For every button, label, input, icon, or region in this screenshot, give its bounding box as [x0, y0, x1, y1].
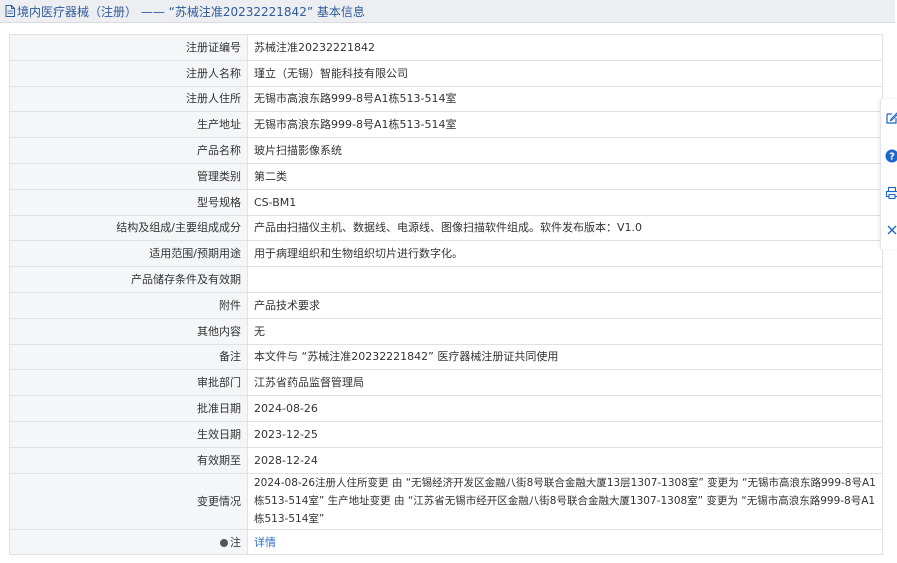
note-bullet-icon	[220, 538, 228, 547]
row-label: 结构及组成/主要组成成分	[9, 214, 248, 242]
details-link[interactable]: 详情	[254, 536, 276, 549]
row-label: 生效日期	[9, 420, 248, 448]
row-value: 第二类	[247, 162, 883, 190]
print-icon[interactable]	[885, 186, 897, 200]
table-row: 备注 本文件与 “苏械注准20232221842” 医疗器械注册证共同使用	[9, 343, 883, 371]
row-value: CS-BM1	[247, 188, 883, 216]
row-value: 玻片扫描影像系统	[247, 137, 883, 164]
row-value: 2023-12-25	[247, 420, 883, 448]
table-row: 管理类别 第二类	[9, 162, 883, 190]
row-label: 产品储存条件及有效期	[9, 266, 248, 293]
row-label: 生产地址	[9, 111, 248, 139]
table-row: 附件 产品技术要求	[9, 291, 883, 319]
help-icon[interactable]: ?	[885, 149, 897, 163]
table-row: 有效期至 2028-12-24	[9, 446, 883, 474]
row-value: 产品由扫描仪主机、数据线、电源线、图像扫描软件组成。软件发布版本：V1.0	[247, 214, 883, 242]
table-row: 注 详情	[9, 528, 883, 556]
row-label: 有效期至	[9, 446, 248, 474]
page-title: 境内医疗器械（注册） —— “苏械注准20232221842” 基本信息	[17, 4, 365, 19]
row-value: 2024-08-26	[247, 395, 883, 422]
title-bar: 境内医疗器械（注册） —— “苏械注准20232221842” 基本信息	[0, 0, 895, 23]
row-value: 本文件与 “苏械注准20232221842” 医疗器械注册证共同使用	[247, 343, 883, 371]
table-row: 变更情况 2024-08-26注册人住所变更 由 “无锡经济开发区金融八街8号联合…	[9, 472, 883, 530]
row-label: 型号规格	[9, 188, 248, 216]
table-row: 生效日期 2023-12-25	[9, 420, 883, 448]
table-row: 适用范围/预期用途 用于病理组织和生物组织切片进行数字化。	[9, 240, 883, 268]
info-table: 注册证编号 苏械注准20232221842 注册人名称 瑾立（无锡）智能科技有限公司…	[9, 34, 883, 556]
row-label: 注册人住所	[9, 85, 248, 113]
row-value: 瑾立（无锡）智能科技有限公司	[247, 59, 883, 87]
row-label: 产品名称	[9, 137, 248, 164]
row-value: 江苏省药品监督管理局	[247, 369, 883, 397]
table-row: 审批部门 江苏省药品监督管理局	[9, 369, 883, 397]
row-value: 产品技术要求	[247, 291, 883, 319]
table-row: 生产地址 无锡市高浪东路999-8号A1栋513-514室	[9, 111, 883, 139]
table-row: 注册证编号 苏械注准20232221842	[9, 34, 883, 61]
table-row: 其他内容无	[9, 317, 883, 345]
row-value: 无锡市高浪东路999-8号A1栋513-514室	[247, 85, 883, 113]
table-row: 结构及组成/主要组成成分 产品由扫描仪主机、数据线、电源线、图像扫描软件组成。软件…	[9, 214, 883, 242]
row-label: 注册证编号	[9, 34, 248, 61]
row-value: 2024-08-26注册人住所变更 由 “无锡经济开发区金融八街8号联合金融大厦…	[247, 472, 883, 530]
close-icon[interactable]	[885, 223, 897, 237]
row-label: 批准日期	[9, 395, 248, 422]
row-label: 附件	[9, 291, 248, 319]
table-row: 产品名称 玻片扫描影像系统	[9, 137, 883, 164]
row-value: 无	[247, 317, 883, 345]
row-label: 审批部门	[9, 369, 248, 397]
row-value: 用于病理组织和生物组织切片进行数字化。	[247, 240, 883, 268]
row-label: 注册人名称	[9, 59, 248, 87]
table-row: 注册人住所 无锡市高浪东路999-8号A1栋513-514室	[9, 85, 883, 113]
table-row: 型号规格 CS-BM1	[9, 188, 883, 216]
table-row: 产品储存条件及有效期	[9, 266, 883, 293]
note-label-cell: 注	[9, 528, 248, 556]
row-value-cell: 详情	[247, 528, 883, 556]
table-row: 批准日期 2024-08-26	[9, 395, 883, 422]
row-value: 无锡市高浪东路999-8号A1栋513-514室	[247, 111, 883, 139]
table-row: 注册人名称 瑾立（无锡）智能科技有限公司	[9, 59, 883, 87]
row-label: 备注	[9, 343, 248, 371]
side-toolbar: ?	[880, 99, 897, 249]
row-label: 适用范围/预期用途	[9, 240, 248, 268]
edit-icon[interactable]	[885, 111, 897, 125]
row-label: 管理类别	[9, 162, 248, 190]
row-label: 注	[230, 535, 241, 549]
row-value: 2028-12-24	[247, 446, 883, 474]
row-label: 其他内容	[9, 317, 248, 345]
row-value	[247, 266, 883, 293]
row-value: 苏械注准20232221842	[247, 34, 883, 61]
row-label: 变更情况	[9, 472, 248, 530]
document-icon	[5, 5, 15, 17]
svg-text:?: ?	[889, 152, 895, 163]
